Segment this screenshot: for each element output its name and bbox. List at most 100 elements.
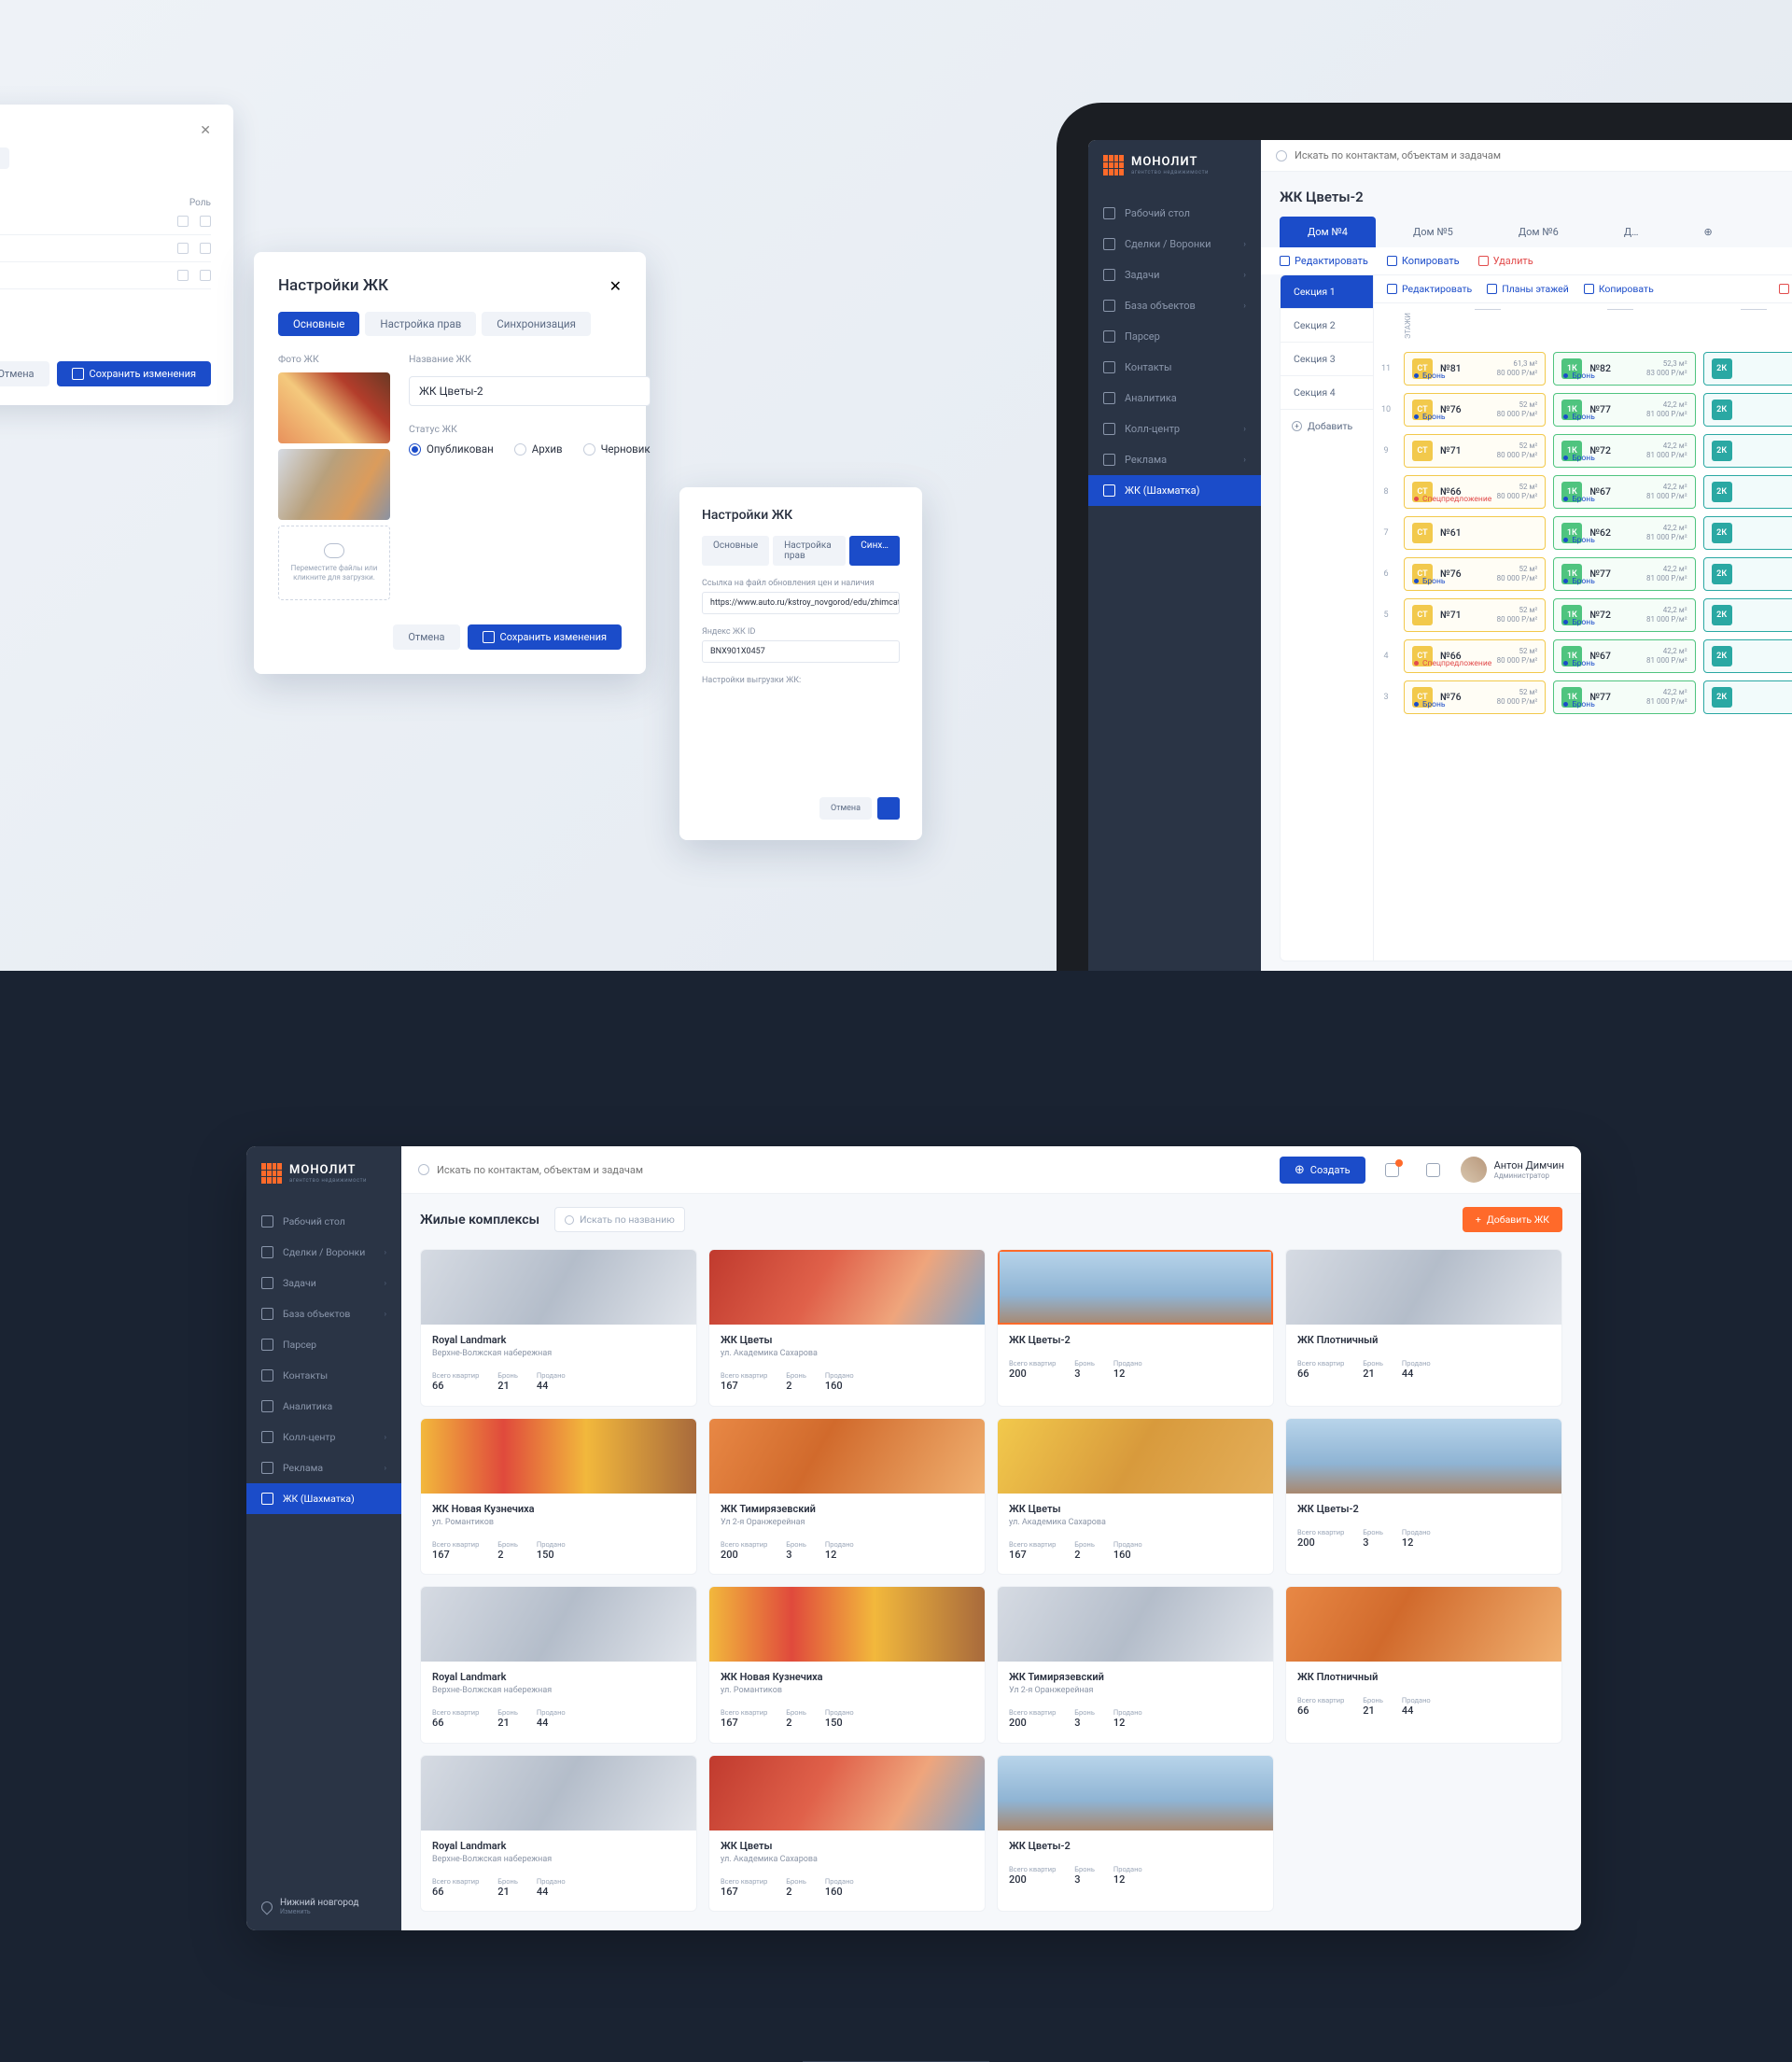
cancel-button[interactable]: Отмена <box>393 624 459 650</box>
sidebar-item-deals-icon[interactable]: Сделки / Воронки› <box>246 1237 401 1268</box>
copy-button[interactable]: Копировать <box>1584 283 1654 295</box>
notifications-button[interactable] <box>1379 1156 1407 1184</box>
photo-thumb[interactable] <box>278 372 390 443</box>
complex-card[interactable]: ЖК Цветы-2 Всего квартир200 Бронь3 Прода… <box>997 1249 1274 1407</box>
sidebar-item-db-icon[interactable]: База объектов› <box>246 1298 401 1329</box>
edit-button[interactable]: Редактировать <box>1387 283 1472 295</box>
apartment-cell[interactable]: 1К №72 42,2 м²81 000 Р/м² Бронь <box>1553 434 1695 468</box>
apartment-cell[interactable]: 1К №67 42,2 м²81 000 Р/м² Бронь <box>1553 639 1695 673</box>
apartment-cell[interactable]: 1К №77 42,2 м²81 000 Р/м² Бронь <box>1553 680 1695 714</box>
apartment-cell[interactable]: СТ №76 52 м²80 000 Р/м² Бронь <box>1404 680 1546 714</box>
sidebar-item-parser-icon[interactable]: Парсер <box>246 1329 401 1360</box>
complex-card[interactable]: ЖК Плотничный Всего квартир66 Бронь21 Пр… <box>1285 1586 1562 1744</box>
complex-card[interactable]: Royal Landmark Верхне-Волжская набережна… <box>420 1755 697 1913</box>
complex-card[interactable]: Royal Landmark Верхне-Волжская набережна… <box>420 1249 697 1407</box>
status-draft[interactable]: Черновик <box>583 442 651 456</box>
apartment-cell[interactable]: 2К <box>1703 598 1792 632</box>
upload-zone[interactable]: Переместите файлы или кликните для загру… <box>278 526 390 600</box>
tab-rights[interactable]: Настройка прав <box>365 312 476 336</box>
complex-card[interactable]: Royal Landmark Верхне-Волжская набережна… <box>420 1586 697 1744</box>
edit-icon[interactable] <box>177 216 189 227</box>
sidebar-item-parser-icon[interactable]: Парсер <box>1088 321 1261 352</box>
apartment-cell[interactable]: СТ №71 52 м²80 000 Р/м² <box>1404 434 1546 468</box>
apartment-cell[interactable]: 2К <box>1703 557 1792 591</box>
apartment-cell[interactable]: 2К <box>1703 434 1792 468</box>
complex-card[interactable]: ЖК Цветы-2 Всего квартир200 Бронь3 Прода… <box>1285 1418 1562 1576</box>
tab-rights[interactable]: Настройка прав <box>773 536 846 566</box>
apartment-cell[interactable]: 2К <box>1703 680 1792 714</box>
tab-sync[interactable]: Синх… <box>849 536 900 566</box>
complex-card[interactable]: ЖК Цветы ул. Академика Сахарова Всего кв… <box>708 1755 986 1913</box>
filter-search[interactable]: Искать по названию <box>554 1207 685 1232</box>
complex-card[interactable]: ЖК Тимирязевский Ул 2-я Оранжерейная Все… <box>708 1418 986 1576</box>
section-item[interactable]: Секция 1 <box>1281 275 1373 309</box>
sidebar-item-ads-icon[interactable]: Реклама› <box>246 1452 401 1483</box>
sidebar-item-ads-icon[interactable]: Реклама› <box>1088 444 1261 475</box>
save-button[interactable]: Сохранить изменения <box>468 624 622 650</box>
status-published[interactable]: Опубликован <box>409 442 494 456</box>
city-selector[interactable]: Нижний новгородИзменить <box>246 1883 401 1930</box>
search-input[interactable] <box>437 1164 1267 1176</box>
apartment-cell[interactable]: 2К <box>1703 352 1792 386</box>
sidebar-item-contacts-icon[interactable]: Контакты <box>246 1360 401 1391</box>
apartment-cell[interactable]: 1К №77 42,2 м²81 000 Р/м² Бронь <box>1553 557 1695 591</box>
sidebar-item-deals-icon[interactable]: Сделки / Воронки› <box>1088 229 1261 260</box>
delete-button[interactable]: Удалить <box>1779 283 1792 295</box>
copy-button[interactable]: Копировать <box>1387 255 1460 267</box>
add-section-button[interactable]: +Добавить <box>1281 410 1373 442</box>
yid-input[interactable]: BNX901X0457 <box>702 640 900 663</box>
plans-button[interactable]: Планы этажей <box>1487 283 1569 295</box>
delete-button[interactable]: Удалить <box>1478 255 1533 267</box>
add-complex-button[interactable]: +Добавить ЖК <box>1463 1207 1562 1232</box>
edit-icon[interactable] <box>177 243 189 254</box>
complex-card[interactable]: ЖК Цветы-2 Всего квартир200 Бронь3 Прода… <box>997 1755 1274 1913</box>
apartment-cell[interactable]: 1К №67 42,2 м²81 000 Р/м² Бронь <box>1553 475 1695 509</box>
delete-icon[interactable] <box>200 216 211 227</box>
apartment-cell[interactable]: СТ №61 <box>1404 516 1546 550</box>
complex-card[interactable]: ЖК Новая Кузнечиха ул. Романтиков Всего … <box>420 1418 697 1576</box>
close-icon[interactable]: ✕ <box>200 123 211 138</box>
link-input[interactable]: https://www.auto.ru/kstroy_novgorod/edu/… <box>702 592 900 614</box>
apartment-cell[interactable]: 1К №82 52,3 м²83 000 Р/м² Бронь <box>1553 352 1695 386</box>
section-item[interactable]: Секция 4 <box>1281 376 1373 410</box>
save-button[interactable] <box>877 797 900 820</box>
tab-main[interactable]: Основные <box>702 536 769 566</box>
status-archive[interactable]: Архив <box>514 442 563 456</box>
apartment-cell[interactable]: 2К <box>1703 639 1792 673</box>
apartment-cell[interactable]: СТ №66 52 м²80 000 Р/м² Спецпредложение <box>1404 639 1546 673</box>
apartment-cell[interactable]: СТ №76 52 м²80 000 Р/м² Бронь <box>1404 393 1546 427</box>
tab-main[interactable]: Основные <box>278 312 359 336</box>
apartment-cell[interactable]: 2К <box>1703 516 1792 550</box>
tab-sync[interactable]: Синхронизация <box>482 312 591 336</box>
house-tab[interactable]: Дом №5 <box>1385 217 1481 247</box>
cancel-button[interactable]: Отмена <box>0 361 49 386</box>
sidebar-item-tasks-icon[interactable]: Задачи› <box>246 1268 401 1298</box>
sidebar-item-contacts-icon[interactable]: Контакты <box>1088 352 1261 383</box>
section-item[interactable]: Секция 3 <box>1281 343 1373 376</box>
apartment-cell[interactable]: 1К №72 42,2 м²81 000 Р/м² Бронь <box>1553 598 1695 632</box>
sidebar-item-db-icon[interactable]: База объектов› <box>1088 290 1261 321</box>
complex-card[interactable]: ЖК Тимирязевский Ул 2-я Оранжерейная Все… <box>997 1586 1274 1744</box>
delete-icon[interactable] <box>200 243 211 254</box>
sidebar-item-callcenter-icon[interactable]: Колл-центр› <box>246 1422 401 1452</box>
apartment-cell[interactable]: СТ №71 52 м²80 000 Р/м² <box>1404 598 1546 632</box>
add-house-tab[interactable]: ⊕ <box>1675 217 1740 247</box>
delete-icon[interactable] <box>200 270 211 281</box>
create-button[interactable]: ⊕Создать <box>1280 1157 1365 1184</box>
apartment-cell[interactable]: 1К №77 42,2 м²81 000 Р/м² Бронь <box>1553 393 1695 427</box>
user-menu[interactable]: Антон ДимчинАдминистратор <box>1461 1157 1564 1183</box>
sidebar-item-tasks-icon[interactable]: Задачи› <box>1088 260 1261 290</box>
complex-card[interactable]: ЖК Цветы ул. Академика Сахарова Всего кв… <box>708 1249 986 1407</box>
house-tab[interactable]: Д… <box>1596 217 1667 247</box>
tab-sync[interactable]: Синхронизация <box>0 147 9 169</box>
section-item[interactable]: Секция 2 <box>1281 309 1373 343</box>
complex-card[interactable]: ЖК Плотничный Всего квартир66 Бронь21 Пр… <box>1285 1249 1562 1407</box>
close-icon[interactable]: ✕ <box>609 277 622 295</box>
apartment-cell[interactable]: 2К <box>1703 475 1792 509</box>
sidebar-item-analytics-icon[interactable]: Аналитика <box>246 1391 401 1422</box>
search-input[interactable] <box>1295 149 1792 161</box>
edit-icon[interactable] <box>177 270 189 281</box>
sidebar-item-analytics-icon[interactable]: Аналитика <box>1088 383 1261 414</box>
save-button[interactable]: Сохранить изменения <box>57 361 211 386</box>
sidebar-item-chess-icon[interactable]: ЖК (Шахматка) <box>246 1483 401 1514</box>
